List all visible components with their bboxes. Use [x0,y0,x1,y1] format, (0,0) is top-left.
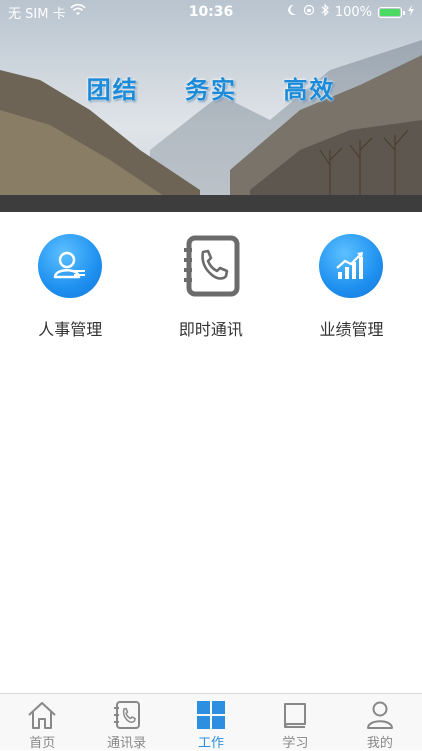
tab-mine[interactable]: 我的 [338,694,422,751]
menu-item-hr[interactable]: 人事管理 [0,234,141,340]
slogan-word: 团结 [86,76,139,104]
contacts-icon [111,700,143,730]
growth-chart-icon [319,234,384,298]
battery-percent: 100% [334,4,372,20]
tab-label: 学习 [282,736,309,751]
menu-item-im[interactable]: 即时通讯 [141,234,282,340]
battery-icon [378,6,405,18]
tab-label: 首页 [29,736,56,751]
menu-item-label: 人事管理 [38,320,103,339]
user-icon [364,700,396,730]
tab-label: 通讯录 [107,736,147,751]
tab-study[interactable]: 学习 [253,694,337,751]
slogan-word: 高效 [283,76,336,104]
tab-label: 我的 [366,736,393,751]
menu-item-label: 业绩管理 [319,320,384,339]
tab-home[interactable]: 首页 [0,694,84,751]
rotation-lock-icon [303,4,315,20]
bluetooth-icon [321,3,329,20]
home-icon [26,700,58,730]
tab-bar: 首页 通讯录 工作 学习 我的 [0,693,422,751]
banner-slogan: 团结 务实 高效 [0,70,422,105]
slogan-word: 务实 [185,76,237,104]
tab-work[interactable]: 工作 [169,694,253,751]
function-menu: 人事管理 即时通讯 业绩管理 [0,234,422,340]
mountain-landscape [0,0,422,212]
tab-contacts[interactable]: 通讯录 [84,694,168,751]
book-icon [279,700,311,730]
tab-label: 工作 [198,736,225,751]
menu-item-performance[interactable]: 业绩管理 [281,234,422,340]
moon-icon [287,4,297,20]
charging-icon [408,4,414,20]
grid-icon [195,700,227,730]
person-card-icon [38,234,103,298]
banner[interactable]: 团结 务实 高效 [0,0,422,212]
status-bar: 无 SIM 卡 10:36 100% [0,0,422,24]
phone-book-icon [179,234,243,298]
menu-item-label: 即时通讯 [178,320,243,339]
